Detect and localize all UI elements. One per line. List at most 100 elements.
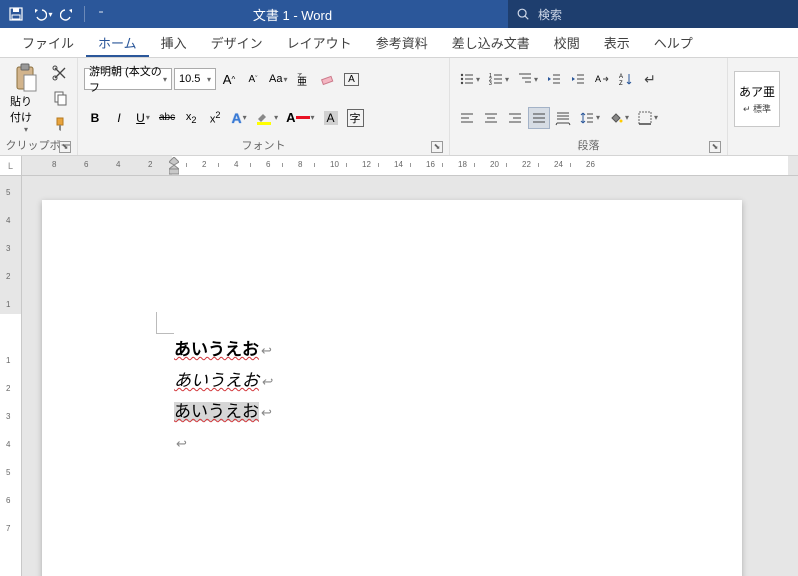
borders-button[interactable]: ▾: [634, 107, 661, 129]
svg-text:亜: 亜: [297, 77, 307, 87]
clipboard-dialog-launcher[interactable]: ⬊: [59, 141, 71, 153]
highlight-color-button[interactable]: ▾: [252, 107, 281, 129]
decrease-indent-button[interactable]: [543, 68, 565, 90]
outdent-icon: [546, 71, 562, 87]
phonetic-guide-button[interactable]: ア亜: [292, 68, 314, 90]
highlighter-icon: [255, 110, 273, 126]
scissors-icon: [52, 65, 68, 81]
title-bar: ▾ ⁼ 文書 1 - Word 検索: [0, 0, 798, 28]
bullets-button[interactable]: ▾: [456, 68, 483, 90]
tab-references[interactable]: 参考資料: [364, 27, 440, 57]
ruler-corner[interactable]: L: [0, 156, 22, 176]
justify-button[interactable]: [528, 107, 550, 129]
tab-file[interactable]: ファイル: [10, 27, 86, 57]
text-effects-button[interactable]: A▾: [228, 107, 250, 129]
underline-button[interactable]: U▾: [132, 107, 154, 129]
align-left-button[interactable]: [456, 107, 478, 129]
justify-icon: [531, 110, 547, 126]
paragraph-dialog-launcher[interactable]: ⬊: [709, 141, 721, 153]
group-font: 游明朝 (本文のフ▾ 10.5▾ A^ Aˇ Aa▾ ア亜 A B I U▾ a…: [78, 58, 450, 155]
ribbon: 貼り付け ▾ クリップボード⬊ 游明朝 (本文のフ▾ 10.5▾ A^ Aˇ A…: [0, 58, 798, 156]
tab-insert[interactable]: 挿入: [149, 27, 199, 57]
paint-bucket-icon: [608, 110, 624, 126]
multilevel-icon: [517, 71, 533, 87]
change-case-button[interactable]: Aa▾: [266, 68, 290, 90]
horizontal-ruler[interactable]: 86422468101214161820222426: [22, 156, 798, 176]
tab-review[interactable]: 校閲: [542, 27, 592, 57]
format-painter-button[interactable]: [49, 113, 71, 135]
show-marks-button[interactable]: ↵: [639, 68, 661, 90]
tab-design[interactable]: デザイン: [199, 27, 275, 57]
group-paragraph: ▾ 123▾ ▾ A AZ ↵ ▾ ▾ ▾: [450, 58, 728, 155]
increase-indent-button[interactable]: [567, 68, 589, 90]
grow-font-button[interactable]: A^: [218, 68, 240, 90]
svg-text:3: 3: [489, 81, 492, 87]
brush-icon: [52, 116, 68, 132]
bullet-list-icon: [459, 71, 475, 87]
svg-text:Z: Z: [619, 81, 623, 87]
font-dialog-launcher[interactable]: ⬊: [431, 141, 443, 153]
clear-formatting-button[interactable]: [316, 68, 338, 90]
undo-button[interactable]: ▾: [30, 2, 54, 26]
sort-button[interactable]: AZ: [615, 68, 637, 90]
copy-button[interactable]: [49, 87, 71, 109]
first-line-indent-marker[interactable]: [169, 157, 179, 175]
multilevel-list-button[interactable]: ▾: [514, 68, 541, 90]
numbering-button[interactable]: 123▾: [485, 68, 512, 90]
align-center-button[interactable]: [480, 107, 502, 129]
shading-button[interactable]: ▾: [605, 107, 632, 129]
line-spacing-button[interactable]: ▾: [576, 107, 603, 129]
qat-customize-button[interactable]: ⁼: [89, 2, 113, 26]
workspace: L /*marks added below*/ 543211234567 864…: [0, 156, 798, 576]
save-button[interactable]: [4, 2, 28, 26]
align-center-icon: [483, 110, 499, 126]
font-name-combo[interactable]: 游明朝 (本文のフ▾: [84, 68, 172, 90]
character-shading-button[interactable]: A: [320, 107, 342, 129]
strikethrough-button[interactable]: abc: [156, 107, 178, 129]
superscript-button[interactable]: x2: [204, 107, 226, 129]
bold-button[interactable]: B: [84, 107, 106, 129]
window-title: 文書 1 - Word: [117, 5, 508, 24]
ltr-button[interactable]: A: [591, 68, 613, 90]
style-normal[interactable]: あア亜 ↵ 標準: [734, 71, 780, 127]
align-left-icon: [459, 110, 475, 126]
ribbon-tabs: ファイル ホーム 挿入 デザイン レイアウト 参考資料 差し込み文書 校閲 表示…: [0, 28, 798, 58]
font-color-button[interactable]: A▾: [283, 107, 317, 129]
line-spacing-icon: [579, 110, 595, 126]
page: あいうえお↩ あいうえお↩ あいうえお↩ ↩: [42, 200, 742, 576]
svg-text:A: A: [595, 74, 601, 84]
page-content[interactable]: あいうえお↩ あいうえお↩ あいうえお↩ ↩: [174, 335, 272, 459]
character-border-button[interactable]: 字: [344, 107, 367, 129]
subscript-button[interactable]: x2: [180, 107, 202, 129]
number-list-icon: 123: [488, 71, 504, 87]
tab-mailings[interactable]: 差し込み文書: [440, 27, 542, 57]
tab-home[interactable]: ホーム: [86, 27, 149, 57]
enclose-characters-button[interactable]: A: [340, 68, 362, 90]
italic-button[interactable]: I: [108, 107, 130, 129]
pilcrow-icon: ↩: [176, 436, 187, 451]
search-icon: [516, 7, 530, 21]
quick-access-toolbar: ▾ ⁼: [0, 2, 117, 26]
tab-help[interactable]: ヘルプ: [642, 27, 705, 57]
align-right-button[interactable]: [504, 107, 526, 129]
tab-layout[interactable]: レイアウト: [275, 27, 364, 57]
font-size-combo[interactable]: 10.5▾: [174, 68, 216, 90]
search-box[interactable]: 検索: [508, 0, 798, 28]
borders-icon: [637, 110, 653, 126]
redo-button[interactable]: [56, 2, 80, 26]
eraser-icon: [319, 71, 335, 87]
document-area[interactable]: あいうえお↩ あいうえお↩ あいうえお↩ ↩: [22, 176, 798, 576]
tab-view[interactable]: 表示: [592, 27, 642, 57]
distributed-button[interactable]: [552, 107, 574, 129]
group-styles: あア亜 ↵ 標準: [728, 58, 798, 155]
paste-button[interactable]: 貼り付け ▾: [4, 60, 47, 137]
text-line: あいうえお↩: [174, 366, 272, 397]
align-right-icon: [507, 110, 523, 126]
margin-corner-mark: [156, 312, 174, 334]
group-clipboard: 貼り付け ▾ クリップボード⬊: [0, 58, 78, 155]
pilcrow-icon: ↩: [261, 405, 272, 420]
cut-button[interactable]: [49, 62, 71, 84]
text-line: ↩: [174, 428, 272, 459]
shrink-font-button[interactable]: Aˇ: [242, 68, 264, 90]
vertical-ruler[interactable]: /*marks added below*/ 543211234567: [0, 176, 22, 576]
